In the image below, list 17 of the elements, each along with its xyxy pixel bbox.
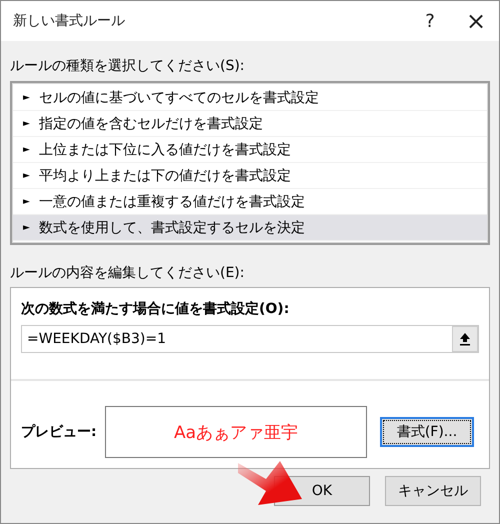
section-label: ルールの内容を編集してください(E): — [10, 264, 246, 282]
list-item[interactable]: ► セルの値に基づいてすべてのセルを書式設定 — [13, 85, 487, 111]
cancel-button[interactable]: キャンセル — [385, 476, 481, 506]
preview-box: Aaあぁアァ亜宇 — [105, 406, 367, 458]
preview-label: プレビュー: — [21, 423, 98, 441]
pointer-arrow — [238, 461, 302, 505]
collapse-button[interactable] — [452, 326, 478, 352]
list-item[interactable]: ► 上位または下位に入る値だけを書式設定 — [13, 137, 487, 163]
list-item[interactable]: ► 指定の値を含むセルだけを書式設定 — [13, 111, 487, 137]
formula-field[interactable]: =WEEKDAY($B3)=1 — [21, 325, 479, 353]
window-title: 新しい書式ルール — [13, 12, 125, 30]
section-label: ルールの種類を選択してください(S): — [10, 57, 246, 75]
format-button[interactable]: 書式(F)... — [380, 417, 474, 447]
list-item[interactable]: ► 平均より上または下の値だけを書式設定 — [13, 163, 487, 189]
list-item[interactable]: ► 数式を使用して、書式設定するセルを決定 — [13, 215, 487, 241]
formula-label: 次の数式を満たす場合に値を書式設定(O): — [21, 300, 290, 318]
arrow-up-icon — [459, 332, 471, 346]
